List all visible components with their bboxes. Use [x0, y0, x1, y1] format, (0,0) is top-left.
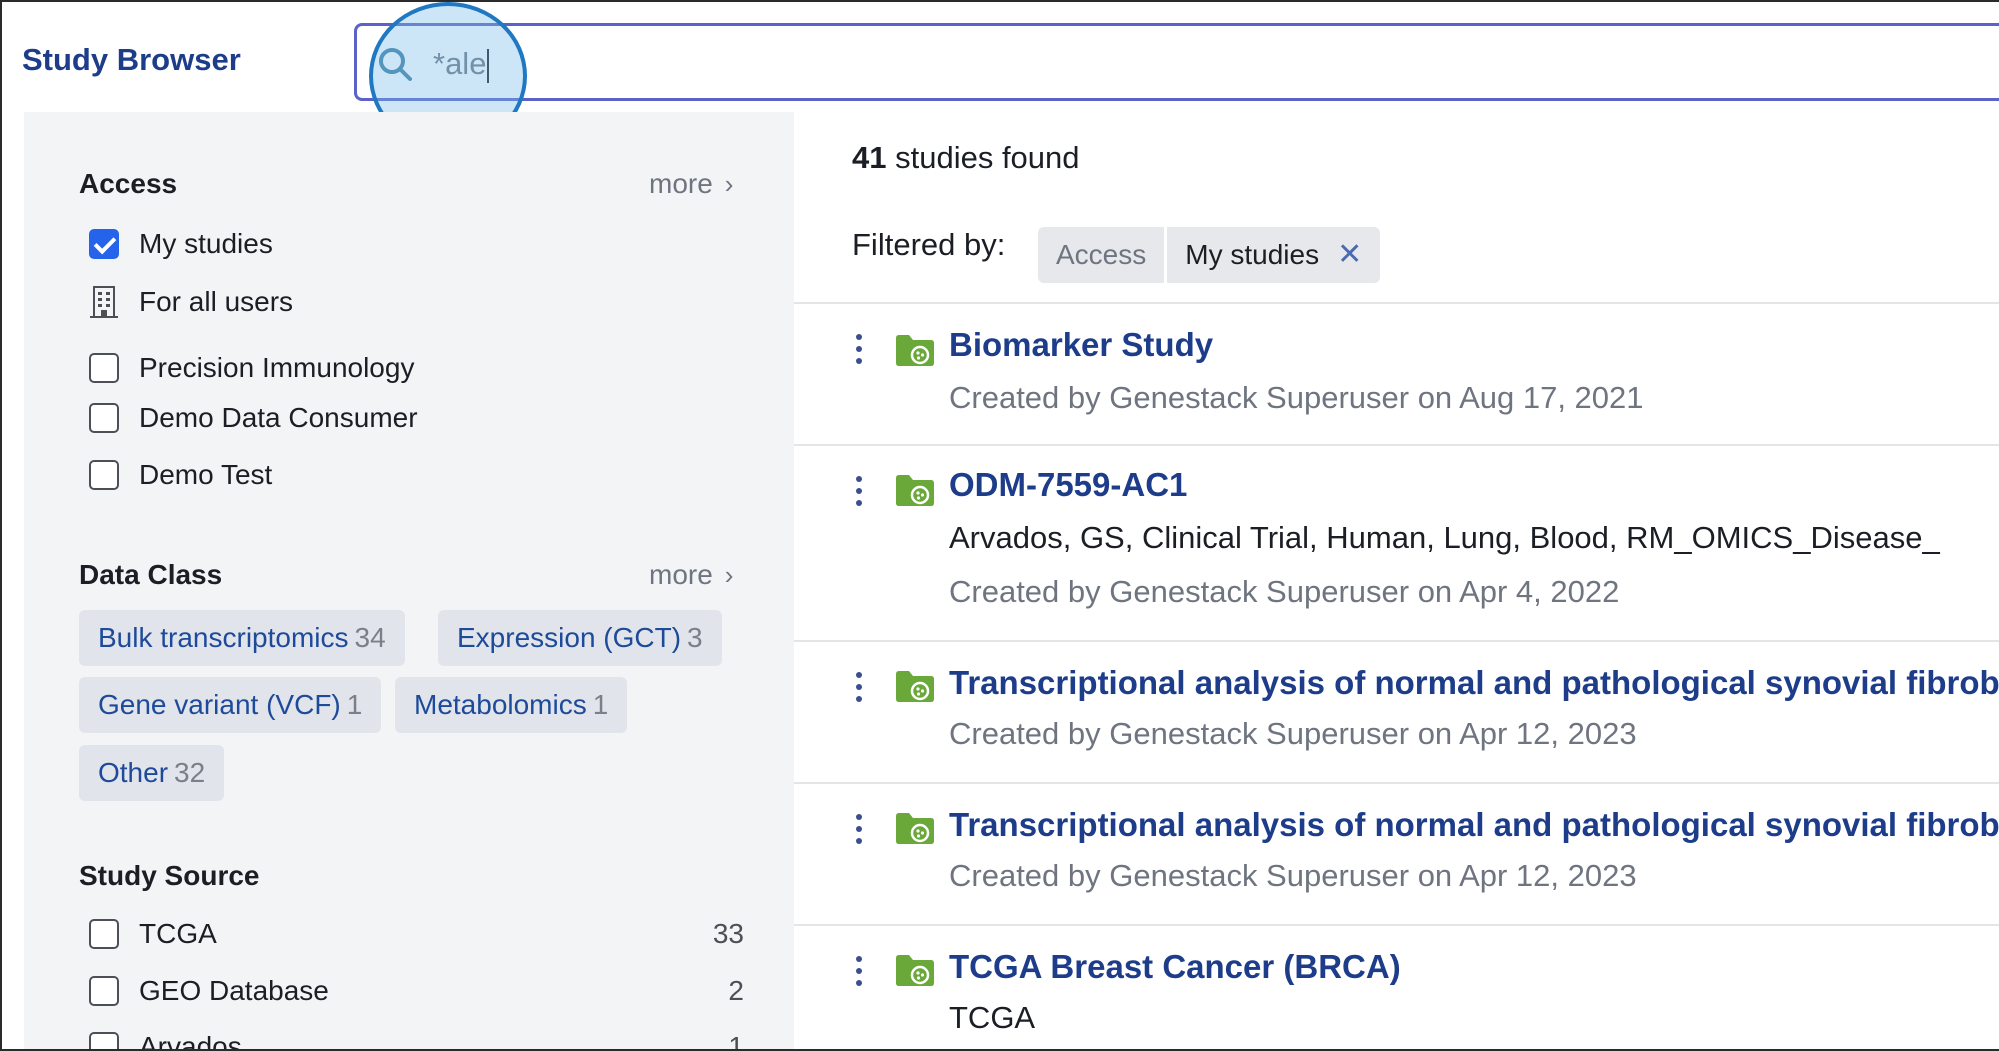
checkbox[interactable]	[89, 403, 119, 433]
study-source-section-title: Study Source	[79, 860, 260, 891]
access-more-link[interactable]: more ›	[649, 168, 733, 200]
search-icon[interactable]	[375, 44, 415, 84]
checkbox[interactable]	[89, 460, 119, 490]
chevron-right-icon: ›	[724, 169, 734, 199]
chip-count: 3	[687, 622, 703, 653]
option-label: GEO Database	[139, 975, 329, 1006]
chip-label: Expression (GCT)	[457, 622, 682, 653]
text-caret	[487, 48, 490, 83]
header: Study Browser *ale	[2, 2, 1999, 150]
search-input[interactable]: *ale	[354, 23, 1999, 101]
data-class-more-link[interactable]: more ›	[649, 559, 733, 591]
study-title[interactable]: ODM-7559-AC1	[949, 466, 1187, 504]
chip-label: Bulk transcriptomics	[98, 622, 349, 653]
results-panel: 41 studies found Filtered by: Access My …	[794, 112, 1999, 1049]
chip-count: 32	[174, 757, 206, 788]
study-meta: Created by Genestack Superuser on Aug 17…	[949, 380, 1644, 415]
app-window: Study Browser *ale Access more › My studi…	[0, 0, 1999, 1051]
access-option-demo-test[interactable]: Demo Test	[89, 455, 272, 495]
active-filter-chip: Access My studies ✕	[1038, 227, 1381, 283]
access-option-demo-data-consumer[interactable]: Demo Data Consumer	[89, 398, 418, 438]
study-folder-icon	[896, 813, 934, 844]
access-option-precision-immunology[interactable]: Precision Immunology	[89, 348, 414, 388]
study-title[interactable]: Transcriptional analysis of normal and p…	[949, 806, 1999, 844]
source-option-arvados[interactable]: Arvados	[89, 1027, 242, 1051]
source-option-geo-database[interactable]: GEO Database	[89, 971, 329, 1011]
chip-gene-variant-vcf[interactable]: Gene variant (VCF) 1	[79, 677, 382, 733]
chip-label: Metabolomics	[414, 689, 587, 720]
chip-count: 1	[346, 689, 363, 720]
chip-bulk-transcriptomics[interactable]: Bulk transcriptomics 34	[79, 610, 405, 666]
more-options-icon[interactable]	[854, 956, 864, 990]
option-label: Demo Test	[139, 459, 273, 490]
option-label: Precision Immunology	[139, 352, 415, 383]
study-title[interactable]: Transcriptional analysis of normal and p…	[949, 664, 1999, 702]
study-item[interactable]: Biomarker Study Created by Genestack Sup…	[794, 302, 1999, 444]
study-folder-icon	[896, 955, 934, 986]
study-item[interactable]: Transcriptional analysis of normal and p…	[794, 640, 1999, 782]
chip-label: Gene variant (VCF)	[98, 689, 341, 720]
study-title[interactable]: Biomarker Study	[949, 326, 1213, 364]
option-label: TCGA	[139, 918, 217, 949]
filter-sidebar: Access more › My studies For all users Pr…	[24, 112, 794, 1051]
more-options-icon[interactable]	[854, 814, 864, 848]
access-section-title: Access	[79, 168, 178, 199]
checkbox[interactable]	[89, 919, 119, 949]
option-label: For all users	[139, 286, 294, 317]
results-count-number: 41	[852, 140, 887, 175]
source-count-geo-database: 2	[728, 975, 744, 1006]
study-folder-icon	[896, 475, 934, 506]
close-icon[interactable]: ✕	[1337, 227, 1362, 283]
search-query[interactable]: *ale	[433, 44, 490, 84]
study-tags: TCGA	[949, 1000, 1036, 1035]
more-options-icon[interactable]	[854, 672, 864, 706]
chip-count: 1	[592, 689, 609, 720]
filtered-by-label: Filtered by:	[852, 227, 1006, 262]
more-options-icon[interactable]	[854, 476, 864, 510]
study-item[interactable]: Transcriptional analysis of normal and p…	[794, 782, 1999, 924]
option-label: Demo Data Consumer	[139, 402, 418, 433]
study-meta: Created by Genestack Superuser on Apr 12…	[949, 716, 1637, 751]
more-label: more	[649, 168, 713, 199]
checkbox[interactable]	[89, 353, 119, 383]
option-label: Arvados	[139, 1031, 242, 1051]
source-count-tcga: 33	[712, 918, 744, 949]
chip-expression-gct[interactable]: Expression (GCT) 3	[438, 610, 722, 666]
checkbox[interactable]	[89, 1032, 119, 1049]
study-meta: Created by Genestack Superuser on Apr 12…	[949, 858, 1637, 893]
app-title: Study Browser	[22, 42, 241, 77]
more-label: more	[649, 559, 713, 590]
study-folder-icon	[896, 671, 934, 702]
study-item[interactable]: TCGA Breast Cancer (BRCA) TCGA	[794, 924, 1999, 1049]
chip-other[interactable]: Other 32	[79, 745, 225, 801]
filter-value-label: My studies	[1185, 239, 1320, 270]
chevron-right-icon: ›	[724, 560, 734, 590]
access-option-my-studies[interactable]: My studies	[89, 224, 273, 264]
source-option-tcga[interactable]: TCGA	[89, 914, 217, 954]
study-title[interactable]: TCGA Breast Cancer (BRCA)	[949, 948, 1401, 986]
study-item[interactable]: ODM-7559-AC1 Arvados, GS, Clinical Trial…	[794, 444, 1999, 640]
checkbox[interactable]	[89, 976, 119, 1006]
chip-label: Other	[98, 757, 169, 788]
option-label: My studies	[139, 228, 273, 259]
chip-metabolomics[interactable]: Metabolomics 1	[395, 677, 628, 733]
search-value: *ale	[433, 46, 487, 81]
results-count: 41 studies found	[852, 140, 1080, 176]
building-icon	[90, 286, 118, 318]
study-meta: Created by Genestack Superuser on Apr 4,…	[949, 574, 1620, 609]
filter-key: Access	[1038, 227, 1165, 283]
chip-count: 34	[354, 622, 386, 653]
study-folder-icon	[896, 335, 934, 366]
results-count-suffix: studies found	[895, 140, 1080, 175]
access-option-for-all-users[interactable]: For all users	[89, 282, 293, 322]
data-class-section-title: Data Class	[79, 559, 223, 590]
more-options-icon[interactable]	[854, 334, 864, 368]
study-tags: Arvados, GS, Clinical Trial, Human, Lung…	[949, 520, 1940, 555]
filter-value: My studies ✕	[1167, 227, 1381, 283]
checkbox-checked[interactable]	[89, 229, 119, 259]
source-count-arvados: 1	[728, 1031, 744, 1051]
